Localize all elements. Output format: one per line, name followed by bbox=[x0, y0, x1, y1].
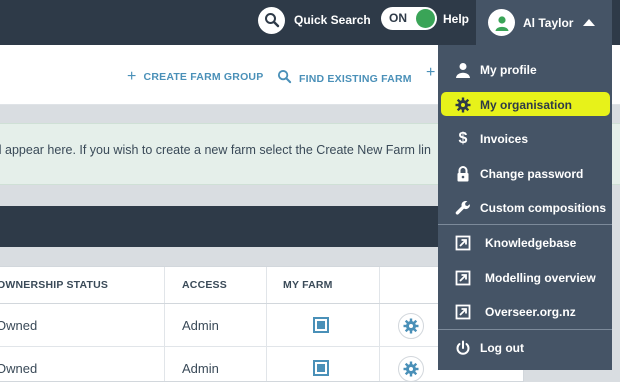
gear-icon bbox=[403, 361, 419, 377]
column-header-access: ACCESS bbox=[182, 279, 227, 291]
wrench-icon bbox=[455, 200, 471, 216]
gear-icon bbox=[403, 318, 419, 334]
search-icon bbox=[258, 6, 285, 34]
quick-search-button[interactable]: Quick Search bbox=[258, 6, 371, 34]
caret-up-icon bbox=[583, 19, 596, 26]
external-link-icon bbox=[455, 304, 471, 320]
external-link-icon bbox=[455, 235, 471, 251]
power-icon bbox=[455, 340, 471, 356]
menu-item-label: Modelling overview bbox=[485, 271, 596, 285]
help-link[interactable]: Help bbox=[443, 12, 469, 26]
ownership-status-cell: Owned bbox=[0, 361, 38, 376]
search-icon bbox=[277, 69, 292, 88]
menu-item-modelling-overview[interactable]: Modelling overview bbox=[438, 263, 612, 293]
column-divider bbox=[379, 267, 380, 381]
menu-item-custom-compositions[interactable]: Custom compositions bbox=[438, 193, 612, 223]
top-navbar: Quick Search ON Help Al Taylor bbox=[0, 0, 620, 45]
menu-item-label: My profile bbox=[480, 63, 537, 77]
toggle-knob bbox=[416, 9, 435, 28]
menu-item-my-organisation[interactable]: My organisation bbox=[438, 90, 612, 120]
menu-item-overseer-site[interactable]: Overseer.org.nz bbox=[438, 297, 612, 327]
person-icon bbox=[455, 62, 471, 78]
info-message: ll appear here. If you wish to create a … bbox=[0, 143, 431, 157]
column-header-my-farm: MY FARM bbox=[283, 279, 333, 291]
access-cell: Admin bbox=[182, 318, 219, 333]
toggle-label: ON bbox=[389, 11, 407, 25]
ownership-status-cell: Owned bbox=[0, 318, 38, 333]
menu-item-log-out[interactable]: Log out bbox=[438, 333, 612, 363]
menu-item-label: My organisation bbox=[480, 98, 573, 112]
find-existing-farm-label: FIND EXISTING FARM bbox=[299, 72, 412, 85]
row-settings-button[interactable] bbox=[398, 313, 424, 339]
my-farm-checkbox[interactable] bbox=[313, 360, 329, 376]
column-header-ownership: OWNERSHIP STATUS bbox=[0, 279, 109, 291]
gear-icon bbox=[455, 97, 471, 113]
menu-item-my-profile[interactable]: My profile bbox=[438, 55, 612, 85]
lock-icon bbox=[455, 166, 471, 182]
menu-item-label: Invoices bbox=[480, 132, 529, 146]
menu-item-label: Log out bbox=[480, 341, 524, 355]
find-existing-farm-button[interactable]: FIND EXISTING FARM bbox=[277, 69, 412, 88]
menu-item-label: Knowledgebase bbox=[485, 236, 577, 250]
dollar-icon: $ bbox=[458, 130, 468, 147]
my-farm-checkbox[interactable] bbox=[313, 317, 329, 333]
menu-divider bbox=[438, 224, 612, 225]
quick-search-label: Quick Search bbox=[294, 13, 371, 27]
menu-item-invoices[interactable]: $ Invoices bbox=[438, 124, 612, 154]
plus-icon: + bbox=[127, 68, 137, 85]
user-dropdown-menu: My profile My organisation $ Invoices Ch… bbox=[438, 45, 612, 370]
access-cell: Admin bbox=[182, 361, 219, 376]
column-divider bbox=[164, 267, 165, 381]
user-menu-button[interactable]: Al Taylor bbox=[476, 0, 612, 45]
create-farm-group-label: CREATE FARM GROUP bbox=[143, 71, 264, 83]
menu-item-knowledgebase[interactable]: Knowledgebase bbox=[438, 228, 612, 258]
external-link-icon bbox=[455, 270, 471, 286]
user-name: Al Taylor bbox=[523, 15, 574, 30]
column-divider bbox=[266, 267, 267, 381]
avatar bbox=[488, 9, 515, 36]
row-settings-button[interactable] bbox=[398, 356, 424, 381]
on-toggle[interactable]: ON bbox=[381, 7, 437, 30]
menu-item-label: Overseer.org.nz bbox=[485, 305, 576, 319]
plus-icon[interactable]: + bbox=[426, 64, 435, 82]
menu-item-label: Custom compositions bbox=[480, 201, 607, 215]
create-farm-group-button[interactable]: + CREATE FARM GROUP bbox=[127, 69, 263, 85]
menu-item-change-password[interactable]: Change password bbox=[438, 159, 612, 189]
menu-divider bbox=[438, 329, 612, 330]
menu-item-label: Change password bbox=[480, 167, 584, 181]
user-icon bbox=[495, 15, 508, 31]
